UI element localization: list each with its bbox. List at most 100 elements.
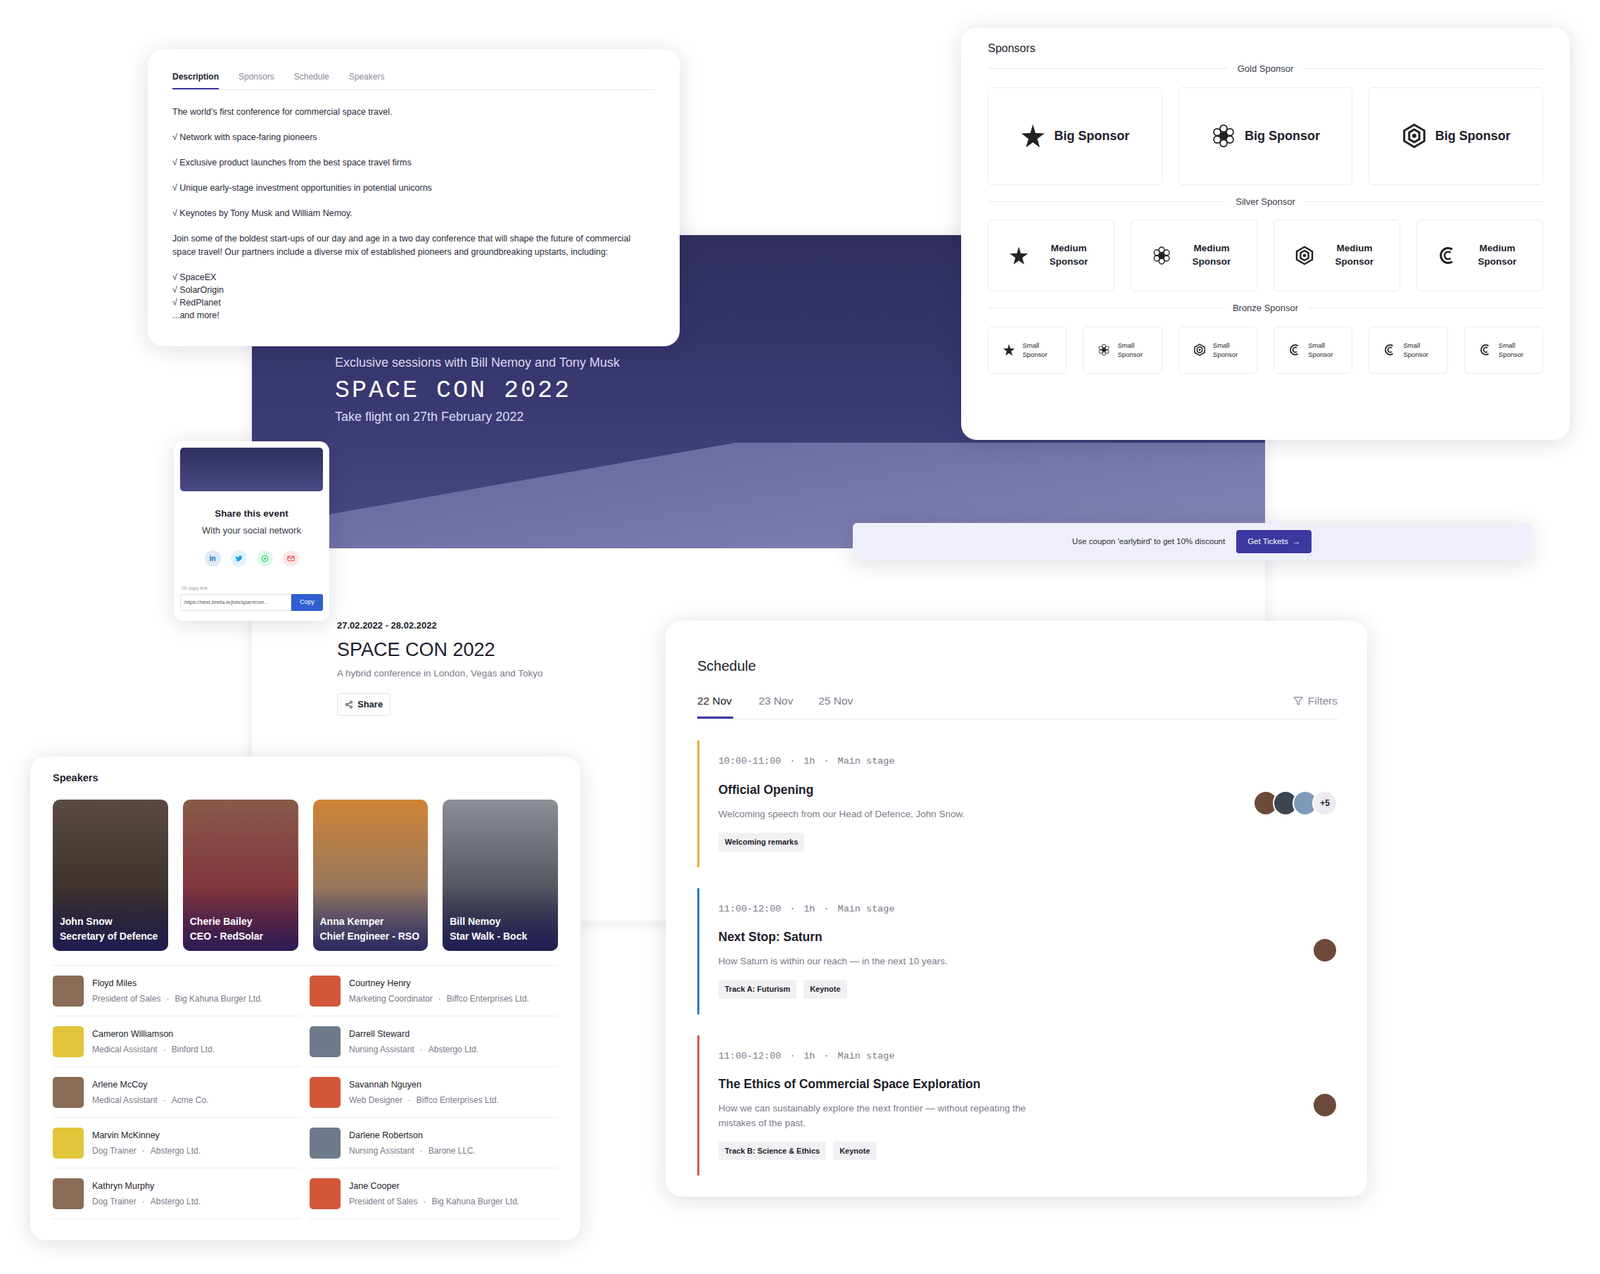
speaker-avatar — [1312, 937, 1338, 963]
session-item[interactable]: 11:00-12:00·1h·Main stageThe Ethics of C… — [697, 1035, 1338, 1176]
linkedin-label: in — [209, 553, 217, 564]
speaker-company: Abstergo Ltd. — [150, 1144, 201, 1157]
get-tickets-button[interactable]: Get Tickets→ — [1236, 529, 1312, 554]
speaker-photo-card[interactable]: Anna KemperChief Engineer - RSO — [313, 799, 429, 951]
speaker-info: Jane CooperPresident of Sales·Big Kahuna… — [348, 1179, 520, 1209]
description-tab[interactable]: Description — [172, 66, 219, 90]
speaker-row[interactable]: Floyd MilesPresident of Sales·Big Kahuna… — [52, 965, 302, 1017]
speaker-name: Anna Kemper — [320, 913, 422, 929]
description-tab[interactable]: Schedule — [294, 66, 330, 90]
speaker-row[interactable]: Darrell StewardNursing Assistant·Absterg… — [309, 1016, 558, 1067]
description-line: √ SpaceEX — [172, 270, 656, 284]
description-paragraph: √ Network with space-faring pioneers — [172, 130, 656, 145]
sponsor-name: Medium Sponsor — [1472, 242, 1522, 269]
speaker-row[interactable]: Kathryn MurphyDog Trainer·Abstergo Ltd. — [52, 1167, 302, 1219]
session-time: 11:00-12:00 — [718, 1049, 782, 1064]
sponsor-tile[interactable]: Small Sponsor — [1178, 326, 1258, 374]
sponsor-tile[interactable]: Small Sponsor — [1368, 326, 1448, 374]
share-icon — [344, 700, 354, 709]
session-item[interactable]: 11:00-12:00·1h·Main stageNext Stop: Satu… — [697, 887, 1338, 1014]
session-body: 11:00-12:00·1h·Main stageThe Ethics of C… — [718, 1049, 1304, 1161]
tier-heading: Gold Sponsor — [987, 61, 1544, 76]
speaker-company: Big Kahuna Burger Ltd. — [431, 1194, 520, 1208]
session-description: How we can sustainably explore the next … — [718, 1101, 1028, 1130]
more-speakers-count: +5 — [1312, 790, 1338, 816]
sponsor-tile[interactable]: Big Sponsor — [1368, 87, 1544, 186]
speaker-meta: Medical Assistant·Acme Co. — [92, 1093, 209, 1107]
speaker-photo-card[interactable]: Cherie BaileyCEO - RedSolar — [182, 799, 299, 951]
sponsor-name: Small Sponsor — [1402, 340, 1433, 360]
speaker-company: Biffco Enterprises Ltd. — [446, 992, 530, 1005]
speaker-company: Abstergo Ltd. — [150, 1194, 201, 1208]
speaker-company: Biffco Enterprises Ltd. — [416, 1093, 499, 1107]
twitter-icon[interactable] — [230, 550, 247, 567]
speaker-meta: Nursing Assistant·Abstergo Ltd. — [348, 1042, 479, 1056]
speaker-name: John Snow — [59, 913, 162, 929]
speaker-row[interactable]: Jane CooperPresident of Sales·Big Kahuna… — [309, 1167, 558, 1219]
sponsor-tile[interactable]: Small Sponsor — [1082, 326, 1162, 374]
divider — [1303, 68, 1544, 69]
speaker-row[interactable]: Darlene RobertsonNursing Assistant·Baron… — [309, 1117, 558, 1168]
description-paragraph: √ SpaceEX√ SolarOrigin√ RedPlanet...and … — [172, 270, 656, 322]
day-tab[interactable]: 22 Nov — [697, 692, 734, 719]
speaker-row[interactable]: Marvin McKinney Dog Trainer·Abstergo Ltd. — [52, 1117, 302, 1168]
whatsapp-icon[interactable] — [256, 550, 273, 567]
session-item[interactable]: 10:00-11:00·1h·Main stageOfficial Openin… — [697, 740, 1338, 867]
speaker-role: Chief Engineer - RSO — [320, 928, 422, 944]
speaker-row[interactable]: Savannah NguyenWeb Designer·Biffco Enter… — [309, 1066, 558, 1118]
description-paragraph: √ Unique early-stage investment opportun… — [172, 181, 656, 195]
description-tab[interactable]: Speakers — [348, 66, 385, 90]
sponsor-tile[interactable]: Medium Sponsor — [1130, 219, 1258, 292]
share-button[interactable]: Share — [337, 693, 391, 716]
sponsor-tile[interactable]: Medium Sponsor — [987, 219, 1115, 292]
speaker-photo-card[interactable]: John SnowSecretary of Defence — [52, 799, 169, 951]
coupon-text: Use coupon 'earlybird' to get 10% discou… — [1072, 535, 1225, 548]
day-tab[interactable]: 25 Nov — [818, 692, 853, 719]
sponsor-tile[interactable]: Small Sponsor — [1464, 326, 1544, 374]
session-duration: 1h — [803, 1049, 815, 1064]
email-icon[interactable] — [282, 550, 300, 567]
session-tag: Track B: Science & Ethics — [718, 1141, 827, 1161]
sponsor-tile[interactable]: Medium Sponsor — [1273, 219, 1401, 292]
sponsors-card: SponsorsGold SponsorBig SponsorBig Spons… — [961, 27, 1570, 440]
speaker-avatar — [309, 1076, 341, 1108]
cluster-logo-icon — [1097, 343, 1111, 357]
link-field[interactable] — [180, 593, 292, 611]
speaker-role: President of Sales — [92, 992, 161, 1005]
sponsor-tile[interactable]: Big Sponsor — [987, 87, 1163, 186]
speaker-photo-card[interactable]: Bill NemoyStar Walk - Bock — [442, 799, 558, 951]
sponsor-tile[interactable]: Medium Sponsor — [1416, 219, 1544, 292]
speaker-avatar — [52, 1127, 84, 1159]
speaker-row[interactable]: Arlene McCoyMedical Assistant·Acme Co. — [52, 1066, 302, 1118]
tier-name: Bronze Sponsor — [1232, 301, 1299, 316]
divider — [987, 307, 1223, 309]
description-tabs: Description Sponsors Schedule Speakers — [172, 66, 656, 91]
speaker-row[interactable]: Courtney HenryMarketing Coordinator·Biff… — [309, 965, 558, 1017]
speaker-meta: President of Sales·Big Kahuna Burger Ltd… — [92, 992, 263, 1005]
description-tab[interactable]: Sponsors — [238, 66, 275, 90]
session-duration: 1h — [803, 902, 815, 917]
session-speakers — [1317, 937, 1338, 963]
copy-button[interactable]: Copy — [291, 593, 323, 611]
sponsor-tier: Big SponsorBig SponsorBig Sponsor — [987, 87, 1544, 186]
session-tags: Track B: Science & EthicsKeynote — [718, 1141, 1304, 1161]
day-tab[interactable]: 23 Nov — [758, 692, 793, 719]
speaker-role: Dog Trainer — [92, 1144, 137, 1157]
sponsor-tile[interactable]: Small Sponsor — [1273, 326, 1353, 374]
speaker-info: Arlene McCoyMedical Assistant·Acme Co. — [92, 1077, 209, 1107]
sponsor-tile[interactable]: Big Sponsor — [1178, 87, 1354, 186]
separator: · — [420, 1144, 423, 1157]
sponsor-name: Small Sponsor — [1308, 340, 1338, 360]
speaker-row[interactable]: Cameron WilliamsonMedical Assistant·Binf… — [52, 1016, 302, 1067]
sponsor-tile[interactable]: Small Sponsor — [987, 326, 1067, 374]
speaker-info: Savannah NguyenWeb Designer·Biffco Enter… — [348, 1077, 499, 1107]
session-meta: 11:00-12:00·1h·Main stage — [718, 902, 1304, 917]
speaker-name: Marvin McKinney — [92, 1128, 201, 1142]
speaker-info: Cameron WilliamsonMedical Assistant·Binf… — [92, 1027, 215, 1057]
linkedin-icon[interactable]: in — [204, 550, 221, 567]
description-line: ...and more! — [172, 308, 656, 322]
tier-name: Silver Sponsor — [1235, 194, 1296, 209]
speaker-meta: Dog Trainer·Abstergo Ltd. — [92, 1144, 201, 1157]
separator: · — [823, 754, 829, 769]
filters-button[interactable]: Filters — [1292, 692, 1338, 719]
